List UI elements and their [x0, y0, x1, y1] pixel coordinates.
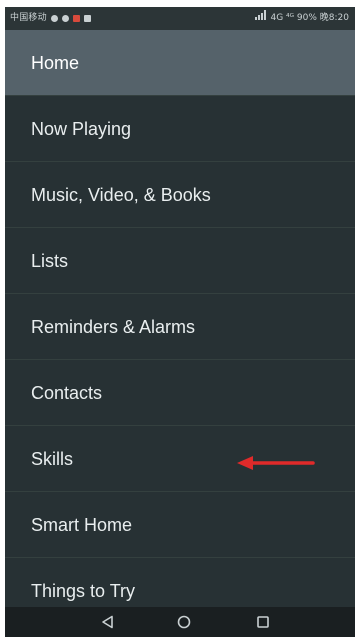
notification-icon: [61, 15, 69, 22]
home-circle-icon[interactable]: [174, 612, 194, 632]
menu-item-reminders-alarms[interactable]: Reminders & Alarms: [5, 294, 355, 360]
recents-square-icon[interactable]: [253, 612, 273, 632]
notification-icon: [83, 15, 91, 22]
menu-item-music-video-books[interactable]: Music, Video, & Books: [5, 162, 355, 228]
back-triangle-icon[interactable]: [98, 612, 118, 632]
app-screen: 中国移动 4G ⁴ᴳ 90% 晚8:20 Home Now Playing Mu…: [5, 7, 355, 637]
status-right: 4G ⁴ᴳ 90% 晚8:20: [254, 7, 350, 30]
android-nav-bar: [5, 607, 355, 637]
menu-item-lists[interactable]: Lists: [5, 228, 355, 294]
notification-icon: [50, 15, 58, 22]
notification-icon: [72, 15, 80, 22]
red-arrow-annotation: [237, 456, 315, 470]
menu-item-contacts[interactable]: Contacts: [5, 360, 355, 426]
menu-item-home[interactable]: Home: [5, 30, 355, 96]
signal-icon: [254, 7, 267, 30]
status-right-text: 4G ⁴ᴳ 90% 晚8:20: [270, 13, 350, 23]
navigation-menu: Home Now Playing Music, Video, & Books L…: [5, 30, 355, 624]
status-left: 中国移动: [10, 7, 91, 30]
status-bar: 中国移动 4G ⁴ᴳ 90% 晚8:20: [5, 7, 355, 30]
menu-item-now-playing[interactable]: Now Playing: [5, 96, 355, 162]
menu-item-smart-home[interactable]: Smart Home: [5, 492, 355, 558]
carrier-label: 中国移动: [10, 13, 47, 23]
